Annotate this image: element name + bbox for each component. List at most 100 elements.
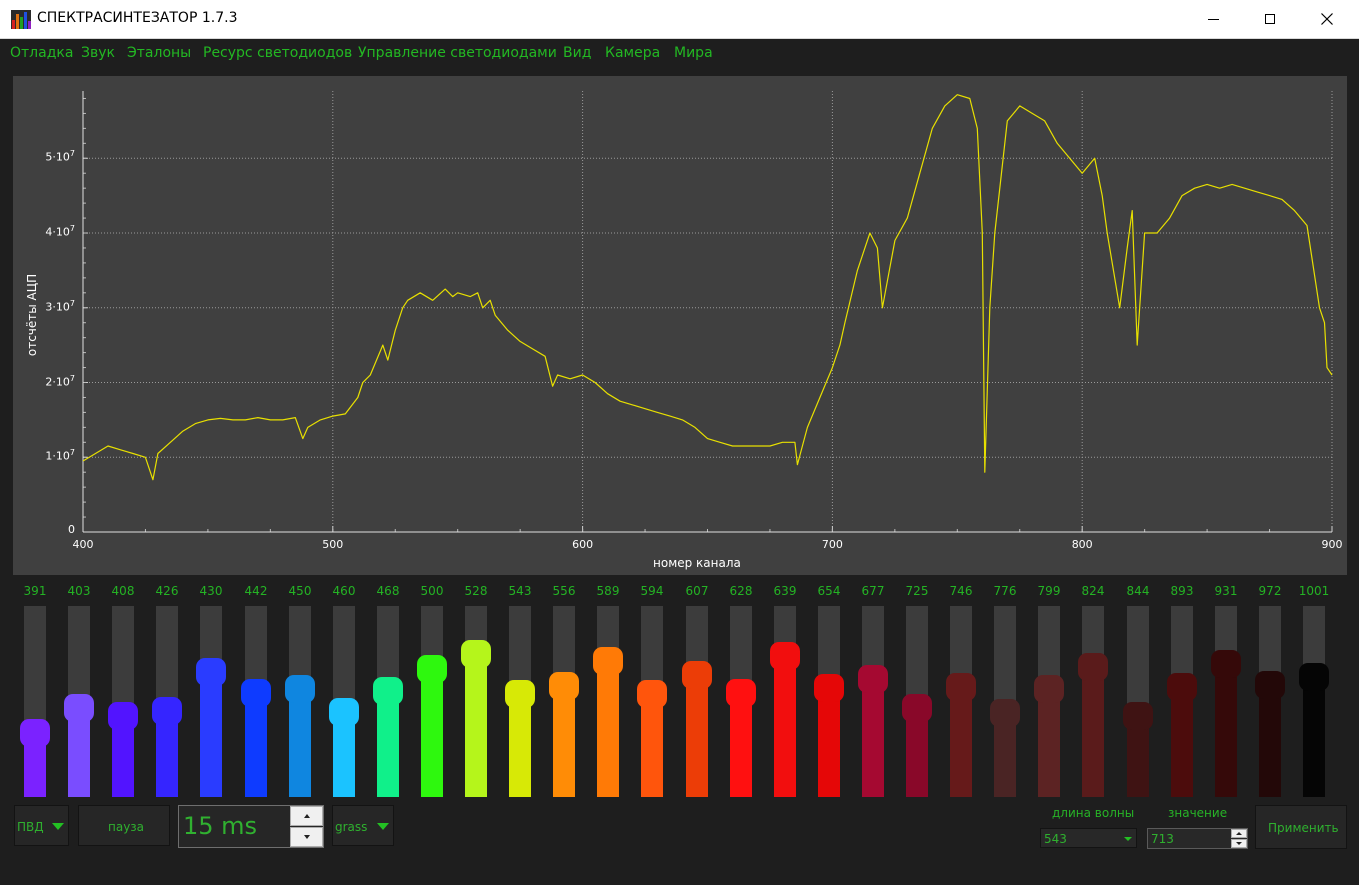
slider-fill-628 — [730, 693, 752, 797]
slider-handle-442[interactable] — [241, 679, 271, 707]
close-icon — [1321, 13, 1333, 25]
slider-handle-639[interactable] — [770, 642, 800, 670]
slider-label-677: 677 — [861, 584, 885, 598]
slider-label-442: 442 — [244, 584, 268, 598]
y-tick-mantissa: 0 — [68, 523, 75, 536]
slider-handle-594[interactable] — [637, 680, 667, 708]
slider-handle-654[interactable] — [814, 674, 844, 702]
slider-fill-972 — [1259, 685, 1281, 797]
x-tick-label: 600 — [572, 538, 594, 551]
slider-label-972: 972 — [1258, 584, 1282, 598]
slider-label-725: 725 — [905, 584, 929, 598]
x-tick-label: 900 — [1321, 538, 1343, 551]
slider-handle-931[interactable] — [1211, 650, 1241, 678]
slider-handle-746[interactable] — [946, 673, 976, 701]
slider-label-468: 468 — [376, 584, 400, 598]
slider-label-543: 543 — [508, 584, 532, 598]
value-spin-down-button[interactable] — [1231, 839, 1247, 848]
menu-item-otladka[interactable]: Отладка — [10, 45, 73, 61]
slider-handle-725[interactable] — [902, 694, 932, 722]
apply-button[interactable]: Применить — [1255, 805, 1347, 849]
slider-handle-776[interactable] — [990, 699, 1020, 727]
plot-canvas — [82, 91, 1333, 533]
slider-handle-543[interactable] — [505, 680, 535, 708]
slider-handle-468[interactable] — [373, 677, 403, 705]
value-spinbox-value: 713 — [1151, 832, 1174, 846]
slider-label-654: 654 — [817, 584, 841, 598]
y-tick-exponent: 7 — [69, 298, 75, 308]
app-icon — [11, 10, 31, 29]
y-tick-mantissa: 1·10 — [45, 449, 70, 463]
slider-label-607: 607 — [685, 584, 709, 598]
slider-handle-430[interactable] — [196, 658, 226, 686]
slider-label-931: 931 — [1214, 584, 1238, 598]
slider-handle-391[interactable] — [20, 719, 50, 747]
menu-item-upravlenie[interactable]: Управление светодиодами — [358, 45, 557, 61]
y-tick-label: 2·107 — [25, 374, 75, 389]
slider-handle-408[interactable] — [108, 702, 138, 730]
slider-handle-1001[interactable] — [1299, 663, 1329, 691]
menu-bar: Отладка Звук Эталоны Ресурс светодиодов … — [0, 39, 1359, 69]
slider-fill-639 — [774, 656, 796, 797]
menu-item-zvuk[interactable]: Звук — [81, 45, 115, 61]
interval-spinbox[interactable]: 15 ms — [178, 805, 324, 848]
value-spinbox[interactable]: 713 — [1147, 828, 1248, 849]
slider-label-528: 528 — [464, 584, 488, 598]
y-tick-exponent: 7 — [69, 149, 75, 159]
slider-handle-589[interactable] — [593, 647, 623, 675]
slider-fill-654 — [818, 688, 840, 797]
menu-item-vid[interactable]: Вид — [563, 45, 591, 61]
slider-handle-426[interactable] — [152, 697, 182, 725]
slider-label-430: 430 — [199, 584, 223, 598]
slider-handle-799[interactable] — [1034, 675, 1064, 703]
pause-button-label: пауза — [108, 820, 145, 834]
palette-select[interactable]: grass — [332, 805, 394, 846]
slider-handle-824[interactable] — [1078, 653, 1108, 681]
menu-item-kamera[interactable]: Камера — [605, 45, 660, 61]
y-tick-exponent: 7 — [69, 448, 75, 458]
slider-label-460: 460 — [332, 584, 356, 598]
slider-label-426: 426 — [155, 584, 179, 598]
slider-handle-403[interactable] — [64, 694, 94, 722]
slider-handle-628[interactable] — [726, 679, 756, 707]
window-title: СПЕКТРАСИНТЕЗАТОР 1.7.3 — [37, 10, 238, 26]
spin-up-button[interactable] — [290, 806, 323, 826]
slider-fill-594 — [641, 694, 663, 797]
spin-down-button[interactable] — [290, 827, 323, 847]
slider-handle-528[interactable] — [461, 640, 491, 668]
wavelength-select[interactable]: 543 — [1040, 828, 1137, 848]
menu-item-resurs[interactable]: Ресурс светодиодов — [203, 45, 352, 61]
maximize-button[interactable] — [1241, 0, 1299, 38]
wavelength-label: длина волны — [1052, 806, 1135, 820]
slider-handle-450[interactable] — [285, 675, 315, 703]
slider-label-824: 824 — [1081, 584, 1105, 598]
spectrum-plot[interactable]: номер канала отсчёты АЦП 0 1·107 2·107 3·10… — [13, 76, 1347, 575]
mode-select-value: ПВД — [17, 820, 44, 834]
close-button[interactable] — [1298, 0, 1356, 38]
slider-handle-972[interactable] — [1255, 671, 1285, 699]
slider-handle-893[interactable] — [1167, 673, 1197, 701]
slider-fill-430 — [200, 672, 222, 797]
slider-fill-556 — [553, 686, 575, 797]
slider-fill-450 — [289, 689, 311, 797]
y-tick-mantissa: 3·10 — [45, 300, 70, 314]
slider-handle-556[interactable] — [549, 672, 579, 700]
value-spin-up-button[interactable] — [1231, 829, 1247, 838]
menu-item-etalony[interactable]: Эталоны — [127, 45, 191, 61]
interval-value: 15 ms — [183, 812, 258, 840]
minimize-button[interactable] — [1184, 0, 1242, 38]
x-tick-label: 800 — [1071, 538, 1093, 551]
pause-button[interactable]: пауза — [78, 805, 170, 846]
y-tick-mantissa: 4·10 — [45, 225, 70, 239]
y-tick-mantissa: 5·10 — [45, 150, 70, 164]
slider-handle-460[interactable] — [329, 698, 359, 726]
menu-item-mira[interactable]: Мира — [674, 45, 713, 61]
y-tick-label: 5·107 — [25, 149, 75, 164]
mode-select[interactable]: ПВД — [14, 805, 69, 846]
y-tick-label: 1·107 — [25, 448, 75, 463]
slider-handle-844[interactable] — [1123, 702, 1153, 730]
slider-handle-500[interactable] — [417, 655, 447, 683]
slider-handle-677[interactable] — [858, 665, 888, 693]
slider-handle-607[interactable] — [682, 661, 712, 689]
slider-label-403: 403 — [67, 584, 91, 598]
